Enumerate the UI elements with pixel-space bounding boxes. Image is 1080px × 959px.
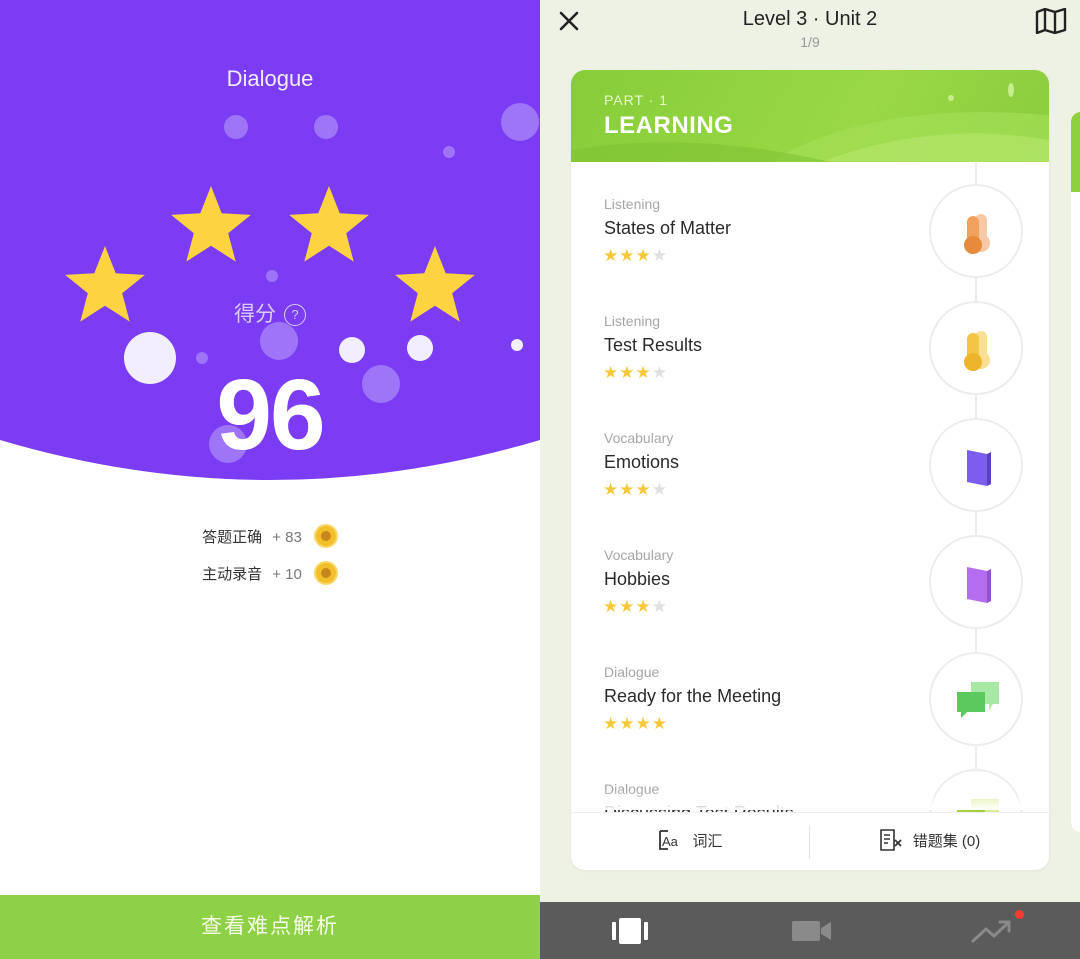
lesson-item[interactable]: Vocabulary Emotions ★★★★ [571, 418, 1049, 539]
lesson-category: Listening [604, 196, 661, 212]
book-icon [967, 567, 991, 603]
card-footer: Aa 词汇 错题集 (0) [571, 812, 1049, 870]
view-analysis-button[interactable]: 查看难点解析 [0, 895, 540, 959]
part-card: PART · 1 LEARNING Listening States of Ma… [571, 70, 1049, 870]
thermometer-icon [964, 214, 990, 254]
lesson-stars: ★★★★ [603, 714, 668, 733]
lesson-name: Ready for the Meeting [604, 686, 782, 706]
lesson-category: Listening [604, 313, 661, 329]
lesson-item[interactable]: Dialogue Ready for the Meeting ★★★★ [571, 652, 1049, 773]
score-label-text: 得分 [234, 303, 276, 326]
score-result-screen: Dialogue 得分? 96 答题正确 + 83 主动录音 + 10 查看难点解析 [0, 0, 540, 959]
reward-row: 主动录音 + 10 [0, 561, 540, 585]
lesson-badge[interactable] [929, 301, 1023, 395]
lesson-item[interactable]: Listening Test Results ★★★★ [571, 301, 1049, 422]
part-label: PART · 1 [604, 92, 669, 108]
lesson-category: Dialogue [604, 664, 660, 680]
book-icon [967, 450, 991, 486]
vocabulary-label: 词汇 [692, 833, 723, 850]
lesson-badge[interactable] [929, 652, 1023, 746]
unit-title: Level 3 · Unit 2 [742, 8, 878, 30]
trend-chart-icon [971, 920, 1011, 943]
vocabulary-button[interactable]: Aa 词汇 [571, 813, 810, 870]
lesson-name: Emotions [604, 452, 680, 472]
notification-badge [1015, 910, 1024, 919]
tab-video[interactable] [720, 902, 900, 959]
help-icon[interactable]: ? [284, 304, 306, 326]
video-camera-icon [792, 921, 831, 941]
lesson-item[interactable]: Vocabulary Hobbies ★★★★ [571, 535, 1049, 656]
lesson-stars: ★★★★ [603, 363, 668, 382]
score-value: 96 [216, 359, 325, 471]
lesson-category: Vocabulary [604, 547, 674, 563]
reward-amount: + 10 [272, 566, 302, 583]
lesson-stars: ★★★★ [603, 480, 668, 499]
chat-bubbles-icon [957, 682, 999, 718]
lesson-badge[interactable] [929, 418, 1023, 512]
vocabulary-icon: Aa [659, 830, 679, 850]
tab-progress[interactable] [900, 902, 1080, 959]
coin-icon [313, 524, 338, 548]
mistakes-button[interactable]: 错题集 (0) [810, 813, 1049, 870]
mistakes-label: 错题集 (0) [912, 833, 981, 850]
svg-text:Aa: Aa [662, 834, 679, 849]
lesson-badge[interactable] [929, 535, 1023, 629]
reward-amount: + 83 [272, 529, 302, 546]
lesson-stars: ★★★★ [603, 246, 668, 265]
lesson-item[interactable]: Listening States of Matter ★★★★ [571, 184, 1049, 305]
bottom-tab-bar [540, 902, 1080, 959]
coin-icon [313, 561, 338, 585]
lesson-name: Hobbies [604, 569, 671, 589]
list-fade [571, 790, 1049, 810]
header: Level 3 · Unit 2 1/9 [540, 0, 1080, 62]
reward-label: 主动录音 [202, 566, 263, 583]
section-title: LEARNING [604, 112, 734, 139]
cards-icon [612, 918, 648, 944]
score-label: 得分? [0, 298, 540, 328]
unit-overview-screen: Level 3 · Unit 2 1/9 PART · 1 LEARNING L… [540, 0, 1080, 959]
map-icon[interactable] [1034, 7, 1068, 35]
reward-row: 答题正确 + 83 [0, 524, 540, 548]
tab-cards[interactable] [540, 902, 720, 959]
lesson-stars: ★★★★ [603, 597, 668, 616]
lesson-category: Vocabulary [604, 430, 674, 446]
lesson-badge[interactable] [929, 184, 1023, 278]
page-indicator: 1/9 [800, 34, 820, 50]
reward-label: 答题正确 [202, 529, 263, 546]
lesson-list[interactable]: Listening States of Matter ★★★★ Listenin… [571, 162, 1049, 812]
activity-title: Dialogue [226, 66, 314, 91]
lesson-name: Test Results [604, 335, 703, 355]
next-part-card[interactable] [1071, 112, 1080, 832]
lesson-name: States of Matter [604, 218, 732, 238]
thermometer-icon [964, 331, 990, 371]
mistakes-icon [879, 829, 902, 851]
part-banner: PART · 1 LEARNING [571, 70, 1049, 162]
